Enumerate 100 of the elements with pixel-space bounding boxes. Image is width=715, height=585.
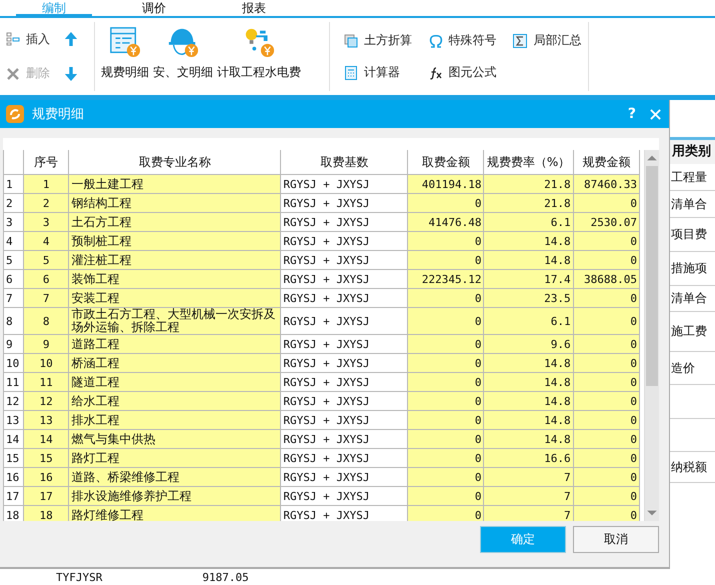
table-cell: 0 — [408, 487, 484, 505]
table-cell: 10 — [24, 354, 70, 372]
table-cell: 0 — [408, 392, 484, 410]
column-header: 规费费率（%） — [484, 150, 574, 174]
table-cell: 施工费 — [671, 323, 707, 340]
table-cell: 0 — [574, 392, 640, 410]
table-cell: 造价 — [671, 360, 695, 376]
grid-square-icon — [344, 34, 358, 48]
table-cell: 21.8 — [484, 194, 574, 212]
table-cell: 0 — [574, 232, 640, 250]
table-cell: 安装工程 — [69, 289, 282, 307]
table-cell: 0 — [408, 449, 484, 467]
table-cell: 17 — [24, 487, 70, 505]
table-cell: 0 — [574, 335, 640, 353]
table-cell: 工程量 — [671, 168, 707, 186]
table-cell: 0 — [574, 308, 640, 334]
table-cell: 38688.05 — [574, 270, 640, 288]
ribbon-tab[interactable]: 调价 — [116, 1, 192, 16]
cancel-button[interactable]: 取消 — [573, 526, 659, 553]
table-cell: 0 — [408, 430, 484, 448]
table-cell: 0 — [408, 251, 484, 269]
up-arrow-icon[interactable] — [64, 31, 78, 48]
table-cell: 1 — [24, 175, 70, 193]
table-cell: 7 — [484, 506, 574, 521]
table-cell: 3 — [24, 213, 70, 231]
table-cell: 道路工程 — [69, 335, 282, 353]
table-cell: 6.1 — [484, 213, 574, 231]
table-cell: 0 — [408, 411, 484, 429]
table-cell: 0 — [574, 487, 640, 505]
table-cell: 14.8 — [484, 411, 574, 429]
table-cell: 排水设施维修养护工程 — [69, 487, 282, 505]
table-cell: 15 — [24, 449, 70, 467]
toolbar-button[interactable]: 图元公式 — [428, 56, 504, 88]
table-cell: 8 — [24, 308, 70, 334]
table-cell: 预制桩工程 — [69, 232, 282, 250]
table-cell: 5 — [24, 251, 70, 269]
table-cell: 0 — [574, 354, 640, 372]
table-cell: 13 — [24, 411, 70, 429]
bulb-faucet-icon — [243, 26, 275, 58]
table-cell: 0 — [408, 194, 484, 212]
table-cell: 14.8 — [484, 251, 574, 269]
omega-icon — [428, 34, 443, 48]
table-cell: 纳税额 — [671, 458, 707, 476]
table-cell: 14.8 — [484, 232, 574, 250]
table-cell: 灌注桩工程 — [69, 251, 282, 269]
down-arrow-icon[interactable] — [64, 66, 78, 82]
table-cell: 0 — [408, 232, 484, 250]
table-cell: 14.8 — [484, 392, 574, 410]
table-cell: 0 — [408, 506, 484, 521]
table-cell: 0 — [574, 194, 640, 212]
table-cell: 401194.18 — [408, 175, 484, 193]
dialog-title: 规费明细 — [32, 106, 85, 123]
table-cell: 桥涵工程 — [69, 354, 282, 372]
table-cell: 0 — [408, 289, 484, 307]
table-cell: 14.8 — [484, 354, 574, 372]
table-cell: 12 — [24, 392, 70, 410]
vertical-scrollbar[interactable] — [644, 150, 659, 521]
toolbar-button[interactable]: 安、文明细 — [153, 22, 213, 91]
table-cell: 0 — [574, 468, 640, 486]
table-cell: 87460.33 — [574, 175, 640, 193]
table-cell: 11 — [24, 373, 70, 391]
table-cell: 措施项 — [671, 260, 707, 277]
scroll-up-icon[interactable] — [646, 154, 658, 162]
table-cell: 装饰工程 — [69, 270, 282, 288]
table-cell: 222345.12 — [408, 270, 484, 288]
table-cell: 9.6 — [484, 335, 574, 353]
table-cell: 0 — [574, 251, 640, 269]
table-cell: 2530.07 — [574, 213, 640, 231]
table-cell: 14.8 — [484, 373, 574, 391]
toolbar-button[interactable]: 特殊符号 — [428, 24, 504, 56]
table-cell: 2 — [24, 194, 70, 212]
toolbar-button[interactable]: 土方折算 — [344, 24, 419, 56]
table-cell: 清单合 — [671, 290, 707, 307]
table-cell: 0 — [574, 289, 640, 307]
toolbar-button[interactable]: 局部汇总 — [513, 24, 588, 56]
table-cell: 0 — [574, 430, 640, 448]
ribbon-tab[interactable]: 报表 — [216, 1, 292, 16]
table-cell: 7 — [484, 487, 574, 505]
table-cell: 0 — [408, 335, 484, 353]
table-cell: 7 — [484, 468, 574, 486]
x-icon — [6, 66, 20, 81]
table-cell: 路灯工程 — [69, 449, 282, 467]
table-cell: 21.8 — [484, 175, 574, 193]
toolbar-button[interactable]: 计算器 — [344, 56, 419, 88]
helmet-icon — [167, 26, 199, 58]
scrollbar-thumb[interactable] — [646, 166, 658, 386]
toolbar-button[interactable]: 规费明细 — [101, 22, 149, 91]
table-cell: 清单合 — [671, 196, 707, 212]
toolbar-button[interactable]: 插入 — [6, 30, 50, 48]
toolbar-button[interactable]: 计取工程水电费 — [217, 22, 301, 91]
table-cell: 道路、桥梁维修工程 — [69, 468, 282, 486]
table-cell: 给水工程 — [69, 392, 282, 410]
table-cell: 0 — [408, 354, 484, 372]
sigma-icon — [513, 34, 528, 48]
scroll-down-icon[interactable] — [646, 509, 658, 517]
table-cell: 9 — [24, 335, 70, 353]
insert-rows-icon — [6, 32, 20, 46]
app-logo-icon — [6, 105, 24, 123]
close-icon[interactable] — [650, 108, 661, 120]
table-cell: 4 — [24, 232, 70, 250]
